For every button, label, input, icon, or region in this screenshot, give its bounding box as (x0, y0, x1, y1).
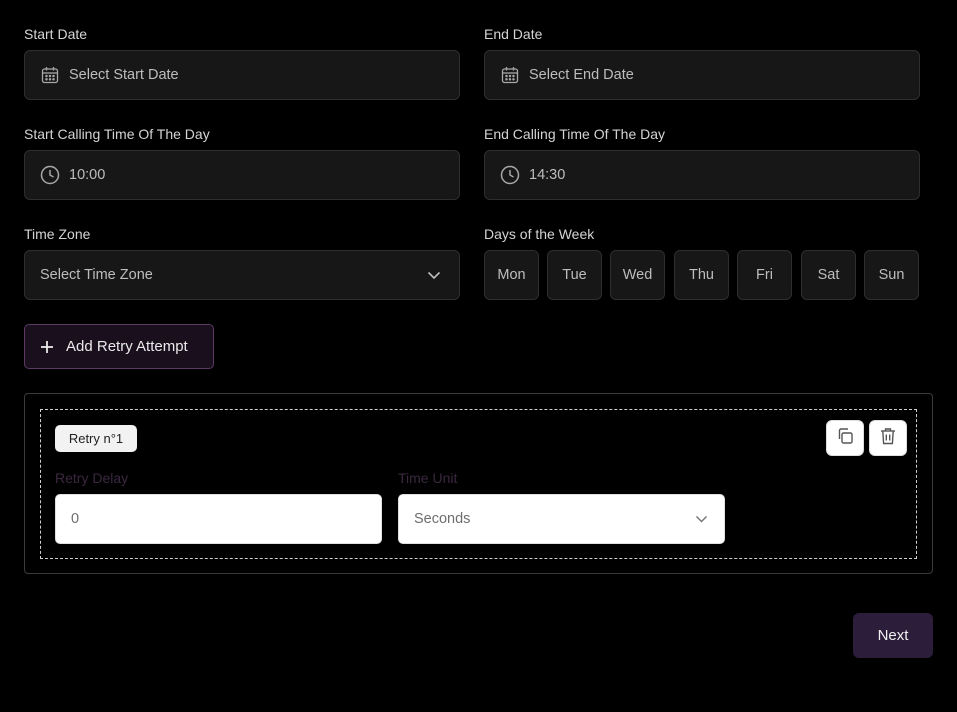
time-zone-placeholder: Select Time Zone (40, 267, 153, 283)
calendar-icon (40, 65, 60, 85)
next-button[interactable]: Next (853, 613, 933, 658)
trash-icon (880, 427, 896, 450)
time-unit-select[interactable]: Seconds (398, 494, 725, 544)
start-time-label: Start Calling Time Of The Day (24, 126, 210, 142)
day-toggle-wed[interactable]: Wed (610, 250, 665, 300)
day-toggle-thu[interactable]: Thu (674, 250, 729, 300)
retry-delay-value: 0 (71, 511, 80, 527)
day-toggle-sat[interactable]: Sat (801, 250, 856, 300)
end-time-value: 14:30 (529, 167, 566, 183)
day-toggle-tue[interactable]: Tue (547, 250, 602, 300)
clock-icon (40, 165, 60, 185)
add-retry-attempt-label: Add Retry Attempt (66, 338, 188, 355)
start-date-label: Start Date (24, 26, 88, 42)
time-unit-value: Seconds (414, 511, 471, 527)
start-date-placeholder: Select Start Date (69, 67, 179, 83)
end-date-placeholder: Select End Date (529, 67, 634, 83)
calendar-icon (500, 65, 520, 85)
day-toggle-fri[interactable]: Fri (737, 250, 792, 300)
clock-icon (500, 165, 520, 185)
chevron-down-icon (695, 515, 708, 523)
end-time-input[interactable]: 14:30 (484, 150, 920, 200)
days-of-week-label: Days of the Week (484, 226, 595, 242)
end-date-input[interactable]: Select End Date (484, 50, 920, 100)
retry-number-badge: Retry n°1 (55, 425, 137, 452)
time-unit-label: Time Unit (398, 470, 458, 486)
start-date-input[interactable]: Select Start Date (24, 50, 460, 100)
time-zone-select[interactable]: Select Time Zone (24, 250, 460, 300)
chevron-down-icon (427, 271, 441, 280)
start-time-value: 10:00 (69, 167, 106, 183)
retry-delay-input[interactable]: 0 (55, 494, 382, 544)
day-toggle-mon[interactable]: Mon (484, 250, 539, 300)
add-retry-attempt-button[interactable]: Add Retry Attempt (24, 324, 214, 369)
end-time-label: End Calling Time Of The Day (484, 126, 666, 142)
day-toggle-sun[interactable]: Sun (864, 250, 919, 300)
plus-icon (40, 340, 54, 354)
copy-icon (836, 427, 854, 450)
start-time-input[interactable]: 10:00 (24, 150, 460, 200)
retry-delay-label: Retry Delay (55, 470, 129, 486)
time-zone-label: Time Zone (24, 226, 91, 242)
delete-retry-button[interactable] (869, 420, 907, 456)
end-date-label: End Date (484, 26, 543, 42)
duplicate-retry-button[interactable] (826, 420, 864, 456)
